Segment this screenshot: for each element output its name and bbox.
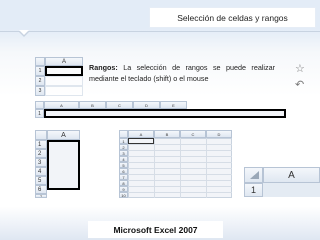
corner-select-all[interactable] xyxy=(35,101,44,109)
corner-select-all[interactable] xyxy=(35,130,47,140)
column-header-e[interactable]: E xyxy=(160,101,187,109)
divider-notch xyxy=(18,30,30,37)
row-header-1[interactable]: 1 xyxy=(244,183,263,197)
grid-line xyxy=(128,174,232,175)
column-header-a[interactable]: A xyxy=(45,57,83,66)
column-header-a[interactable]: A xyxy=(263,167,320,183)
cell-a3[interactable] xyxy=(45,86,83,96)
slide-title-text: Selección de celdas y rangos xyxy=(177,12,288,23)
column-header-d[interactable]: D xyxy=(206,130,232,138)
grid-line xyxy=(128,150,232,151)
grid-line xyxy=(128,180,232,181)
grid-line xyxy=(128,162,232,163)
rangos-label: Rangos: xyxy=(89,63,118,72)
column-header-c[interactable]: C xyxy=(180,130,206,138)
footer-text: Microsoft Excel 2007 xyxy=(113,224,198,235)
column-header-d[interactable]: D xyxy=(133,101,160,109)
corner-select-all[interactable] xyxy=(119,130,128,138)
select-all-button[interactable] xyxy=(244,167,263,183)
row-header-3[interactable]: 3 xyxy=(35,86,45,96)
select-all-triangle-icon xyxy=(249,171,259,179)
column-header-a[interactable]: A xyxy=(44,101,79,109)
star-icon[interactable]: ☆ xyxy=(295,64,305,75)
slide-description: Rangos: La selección de rangos se puede … xyxy=(89,62,275,84)
header-divider xyxy=(0,31,320,32)
row-header-2[interactable]: 2 xyxy=(35,149,47,158)
row-header-7[interactable]: 7 xyxy=(35,194,47,198)
active-cell-a1[interactable] xyxy=(128,138,154,144)
corner-select-all[interactable] xyxy=(35,57,45,66)
row-header-1[interactable]: 1 xyxy=(35,140,47,149)
row-header-3[interactable]: 3 xyxy=(35,158,47,167)
column-header-a[interactable]: A xyxy=(128,130,154,138)
column-header-a[interactable]: A xyxy=(47,130,80,140)
row-header-4[interactable]: 4 xyxy=(35,167,47,176)
rangos-text: La selección de rangos se puede realizar… xyxy=(89,63,275,83)
row-header-10[interactable]: 10 xyxy=(119,192,128,198)
selected-column-a[interactable] xyxy=(47,140,80,190)
grid-line xyxy=(128,144,232,145)
grid-line xyxy=(128,186,232,187)
selected-row-1[interactable] xyxy=(44,109,286,118)
selected-cell-a1[interactable] xyxy=(45,66,83,76)
column-header-b[interactable]: B xyxy=(154,130,180,138)
undo-icon[interactable]: ↶ xyxy=(295,80,304,91)
grid-line xyxy=(128,192,232,193)
slide-title: Selección de celdas y rangos xyxy=(150,8,315,27)
cell-a2[interactable] xyxy=(45,76,83,86)
row-header-1[interactable]: 1 xyxy=(35,109,44,118)
row-header-2[interactable]: 2 xyxy=(35,76,45,86)
column-header-b[interactable]: B xyxy=(79,101,106,109)
slide-footer: Microsoft Excel 2007 xyxy=(88,221,223,238)
row-header-1[interactable]: 1 xyxy=(35,66,45,76)
row-header-5[interactable]: 5 xyxy=(35,176,47,185)
column-header-c[interactable]: C xyxy=(106,101,133,109)
grid-line xyxy=(128,156,232,157)
grid-line xyxy=(128,168,232,169)
row-header-6[interactable]: 6 xyxy=(35,185,47,194)
